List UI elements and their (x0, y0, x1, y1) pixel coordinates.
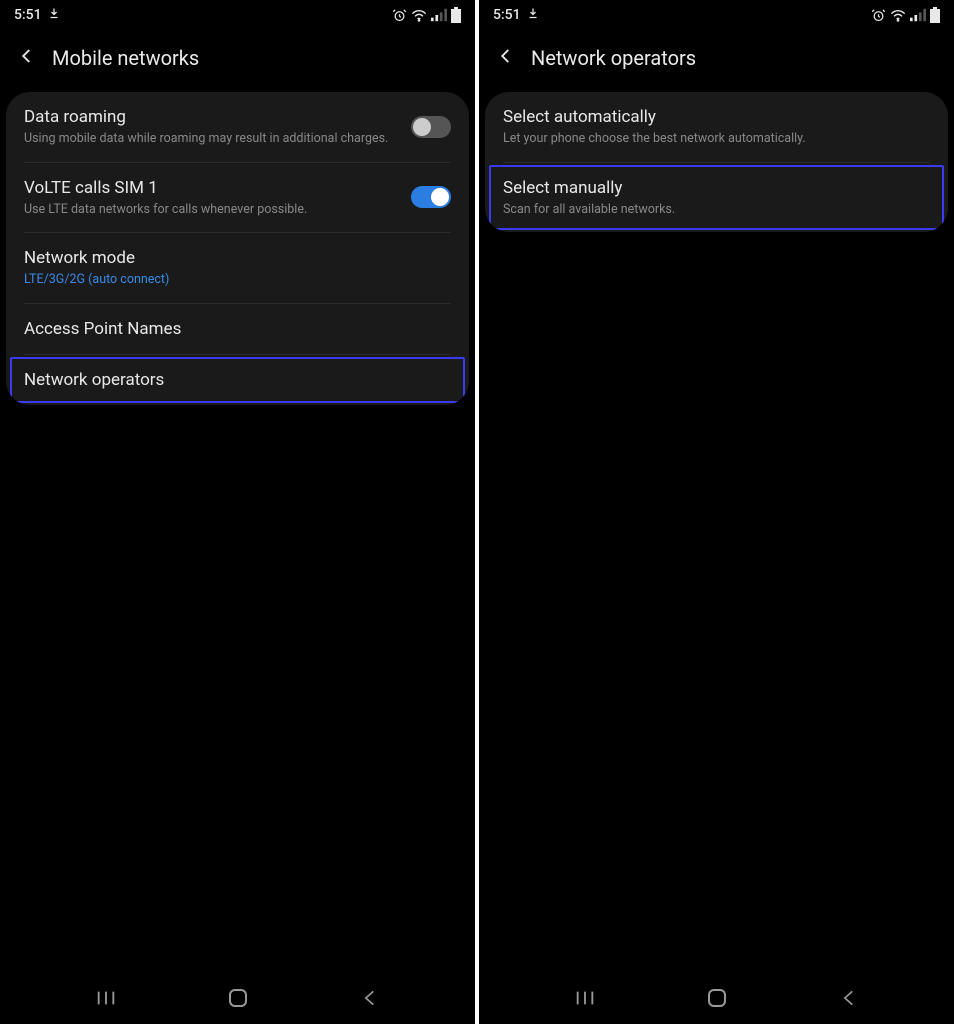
navigation-bar (479, 986, 954, 1014)
status-bar: 5:51 (0, 0, 475, 30)
wifi-icon (890, 8, 906, 22)
row-title: Data roaming (24, 106, 395, 128)
toggle-volte[interactable] (411, 186, 451, 208)
phone-screen-mobile-networks: 5:51 Mobile networks (0, 0, 475, 1024)
navigation-bar (0, 986, 475, 1014)
signal-icon (431, 8, 447, 22)
row-select-automatically[interactable]: Select automatically Let your phone choo… (485, 92, 948, 162)
header: Mobile networks (0, 30, 475, 88)
home-button[interactable] (226, 986, 250, 1014)
row-title: Network mode (24, 247, 451, 269)
row-network-operators[interactable]: Network operators (10, 357, 465, 403)
row-select-manually[interactable]: Select manually Scan for all available n… (489, 165, 944, 231)
page-title: Mobile networks (52, 46, 199, 70)
back-button[interactable] (360, 988, 380, 1012)
alarm-icon (871, 8, 886, 23)
row-subtitle: LTE/3G/2G (auto connect) (24, 271, 451, 289)
alarm-icon (392, 8, 407, 23)
status-bar: 5:51 (479, 0, 954, 30)
row-title: Network operators (24, 369, 451, 391)
row-title: Select manually (503, 177, 930, 199)
row-subtitle: Scan for all available networks. (503, 201, 930, 219)
signal-icon (910, 8, 926, 22)
divider (503, 162, 930, 163)
row-subtitle: Use LTE data networks for calls whenever… (24, 201, 395, 219)
row-title: VoLTE calls SIM 1 (24, 177, 395, 199)
home-button[interactable] (705, 986, 729, 1014)
divider (24, 354, 451, 355)
settings-card: Data roaming Using mobile data while roa… (6, 92, 469, 405)
row-subtitle: Using mobile data while roaming may resu… (24, 130, 395, 148)
status-time: 5:51 (14, 7, 42, 23)
back-icon[interactable] (497, 47, 515, 69)
row-title: Select automatically (503, 106, 930, 128)
row-subtitle: Let your phone choose the best network a… (503, 130, 930, 148)
row-title: Access Point Names (24, 318, 451, 340)
row-network-mode[interactable]: Network mode LTE/3G/2G (auto connect) (6, 233, 469, 303)
download-icon (527, 7, 539, 23)
status-time: 5:51 (493, 7, 521, 23)
toggle-data-roaming[interactable] (411, 116, 451, 138)
battery-icon (451, 7, 461, 23)
download-icon (48, 7, 60, 23)
row-apn[interactable]: Access Point Names (6, 304, 469, 354)
page-title: Network operators (531, 46, 696, 70)
settings-card: Select automatically Let your phone choo… (485, 92, 948, 232)
back-icon[interactable] (18, 47, 36, 69)
recents-button[interactable] (95, 987, 117, 1013)
row-data-roaming[interactable]: Data roaming Using mobile data while roa… (6, 92, 469, 162)
back-button[interactable] (839, 988, 859, 1012)
header: Network operators (479, 30, 954, 88)
wifi-icon (411, 8, 427, 22)
battery-icon (930, 7, 940, 23)
row-volte[interactable]: VoLTE calls SIM 1 Use LTE data networks … (6, 163, 469, 233)
phone-screen-network-operators: 5:51 Network operators (479, 0, 954, 1024)
recents-button[interactable] (574, 987, 596, 1013)
